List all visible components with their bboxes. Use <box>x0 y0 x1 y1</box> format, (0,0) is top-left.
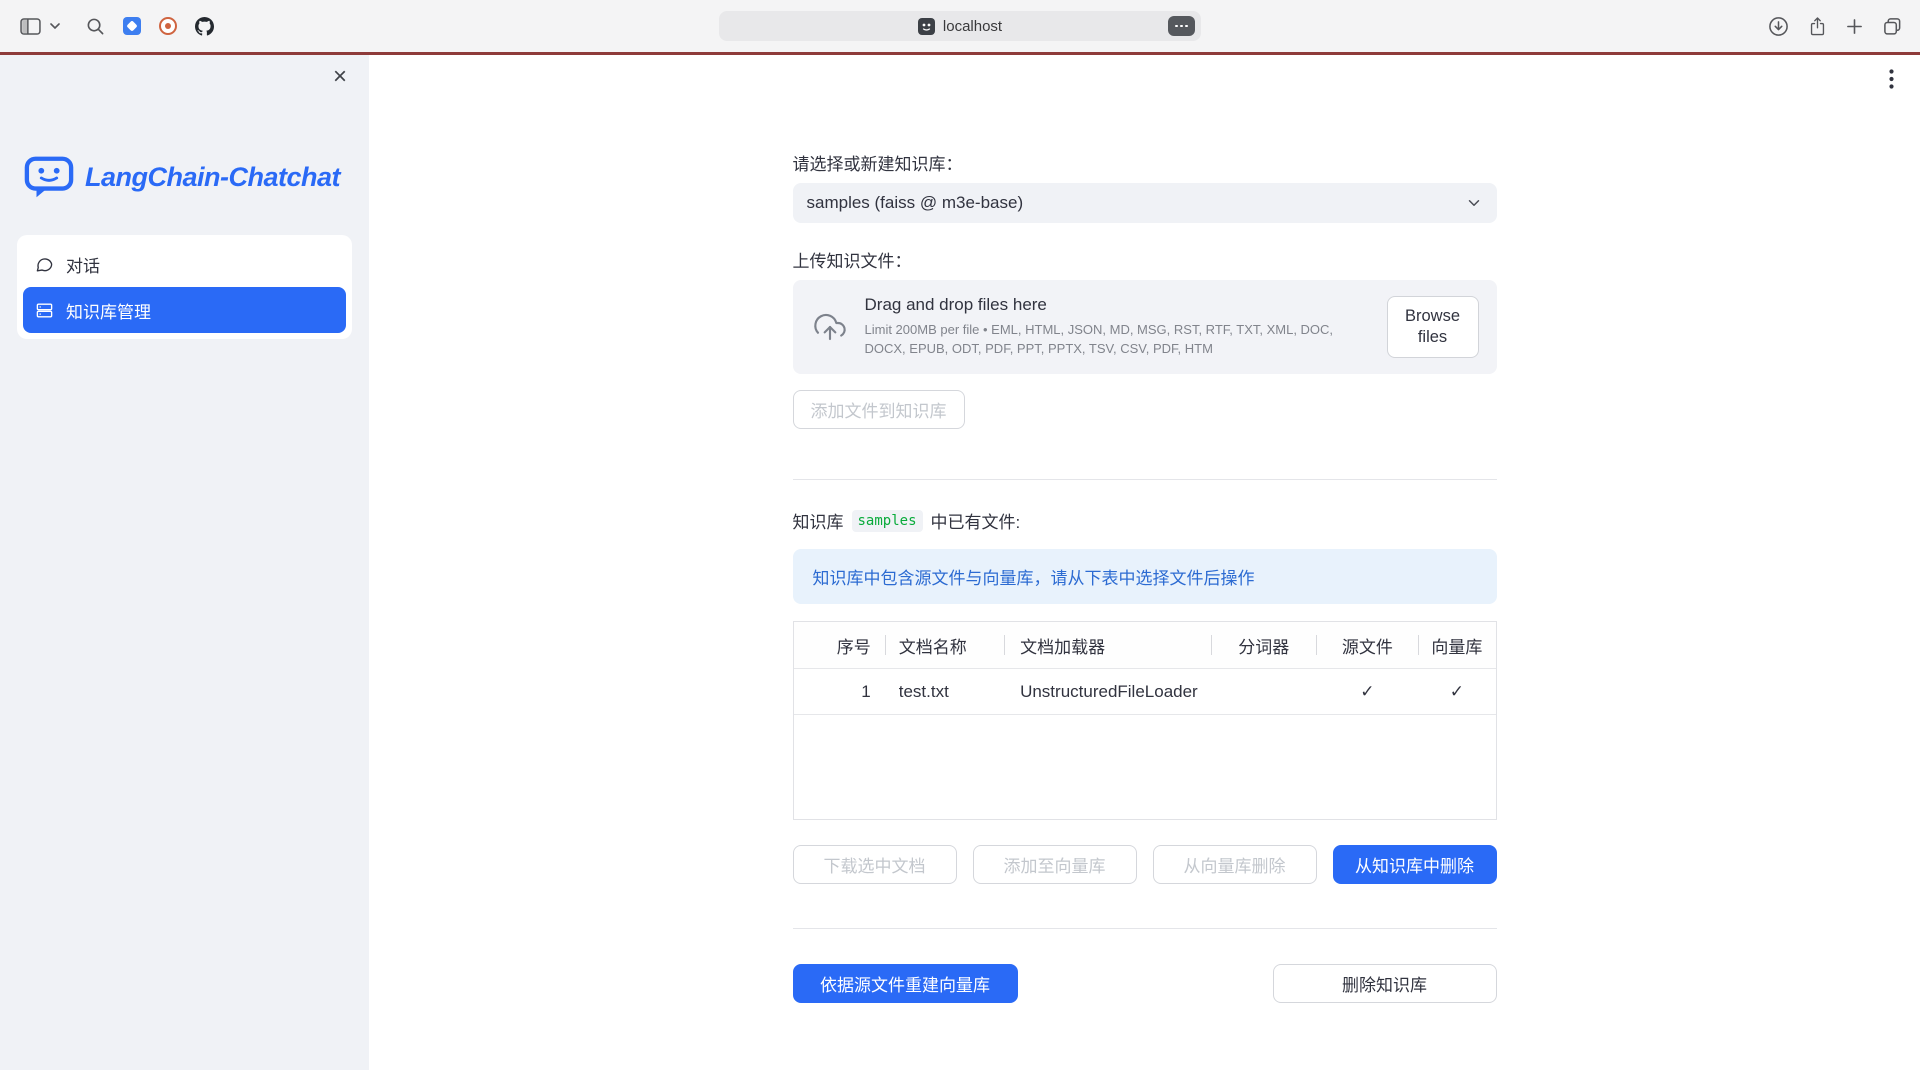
column-header: 序号 <box>794 622 885 668</box>
table-header-row: 序号 文档名称 文档加载器 分词器 源文件 向量库 <box>794 622 1496 669</box>
sidebar-item-label: 知识库管理 <box>66 298 151 323</box>
kb-select-label: 请选择或新建知识库： <box>793 150 1497 175</box>
url-bar[interactable]: localhost <box>719 11 1201 41</box>
cell-vector-check: ✓ <box>1418 669 1495 714</box>
kb-select[interactable]: samples (faiss @ m3e-base) <box>793 183 1497 223</box>
sidebar-item-dialogue[interactable]: 对话 <box>23 241 346 287</box>
delete-from-kb-button[interactable]: 从知识库中删除 <box>1333 845 1497 884</box>
table-empty-area <box>794 715 1496 819</box>
share-icon[interactable] <box>1809 16 1826 37</box>
divider <box>793 479 1497 480</box>
cell-splitter <box>1211 669 1316 714</box>
column-header: 源文件 <box>1316 622 1418 668</box>
sidebar: × LangChain-Chatchat 对话 知识库管理 <box>0 55 369 1070</box>
upload-label: 上传知识文件： <box>793 247 1497 272</box>
column-header: 分词器 <box>1211 622 1316 668</box>
new-tab-icon[interactable] <box>1846 18 1863 35</box>
sidebar-item-kb-management[interactable]: 知识库管理 <box>23 287 346 333</box>
main-area: 请选择或新建知识库： samples (faiss @ m3e-base) 上传… <box>369 55 1920 1080</box>
upload-cloud-icon <box>811 311 849 343</box>
divider <box>793 928 1497 929</box>
logo-text: LangChain-Chatchat <box>85 162 340 193</box>
kb-select-value: samples (faiss @ m3e-base) <box>807 193 1024 213</box>
sidebar-item-label: 对话 <box>66 252 100 277</box>
knowledge-base-icon <box>35 301 54 320</box>
download-selected-button[interactable]: 下载选中文档 <box>793 845 957 884</box>
add-files-to-kb-button[interactable]: 添加文件到知识库 <box>793 390 965 429</box>
extension-blue-icon[interactable] <box>123 17 141 35</box>
sidebar-nav: 对话 知识库管理 <box>17 235 352 339</box>
chevron-down-icon[interactable] <box>50 23 60 29</box>
remove-from-vectorstore-button[interactable]: 从向量库删除 <box>1153 845 1317 884</box>
cell-source-check: ✓ <box>1316 669 1418 714</box>
uploader-limit-text: Limit 200MB per file • EML, HTML, JSON, … <box>865 321 1371 359</box>
extension-target-icon[interactable] <box>159 17 177 35</box>
column-header: 文档加载器 <box>1004 622 1211 668</box>
sidebar-toggle-icon[interactable] <box>20 18 41 35</box>
add-to-vectorstore-button[interactable]: 添加至向量库 <box>973 845 1137 884</box>
kb-files-heading: 知识库 samples 中已有文件: <box>793 508 1497 533</box>
app-logo: LangChain-Chatchat <box>24 155 369 199</box>
column-header: 文档名称 <box>885 622 1004 668</box>
decoration-bar <box>0 52 1920 55</box>
downloads-icon[interactable] <box>1768 16 1789 37</box>
chat-icon <box>35 255 54 274</box>
uploader-title: Drag and drop files here <box>865 295 1371 315</box>
site-favicon <box>918 18 935 35</box>
logo-icon <box>24 155 74 199</box>
search-icon[interactable] <box>86 17 105 36</box>
close-sidebar-icon[interactable]: × <box>329 61 351 93</box>
info-banner: 知识库中包含源文件与向量库，请从下表中选择文件后操作 <box>793 549 1497 604</box>
delete-kb-button[interactable]: 删除知识库 <box>1273 964 1497 1003</box>
main-menu-icon[interactable] <box>1885 65 1898 98</box>
github-icon[interactable] <box>195 17 214 36</box>
chevron-down-icon <box>1465 194 1483 212</box>
browser-toolbar: localhost <box>0 0 1920 52</box>
column-header: 向量库 <box>1418 622 1495 668</box>
file-uploader-dropzone[interactable]: Drag and drop files here Limit 200MB per… <box>793 280 1497 374</box>
cell-index: 1 <box>794 669 885 714</box>
browse-files-button[interactable]: Browse files <box>1387 296 1479 359</box>
cell-loader: UnstructuredFileLoader <box>1004 669 1211 714</box>
cell-doc-name: test.txt <box>885 669 1004 714</box>
rebuild-vectorstore-button[interactable]: 依据源文件重建向量库 <box>793 964 1018 1003</box>
kb-files-table: 序号 文档名称 文档加载器 分词器 源文件 向量库 1 test.txt Uns… <box>793 621 1497 820</box>
tab-overview-icon[interactable] <box>1883 17 1902 36</box>
kb-name-code: samples <box>852 510 923 532</box>
url-text: localhost <box>943 18 1002 35</box>
table-row[interactable]: 1 test.txt UnstructuredFileLoader ✓ ✓ <box>794 669 1496 715</box>
ellipsis-badge-icon[interactable] <box>1168 16 1195 36</box>
